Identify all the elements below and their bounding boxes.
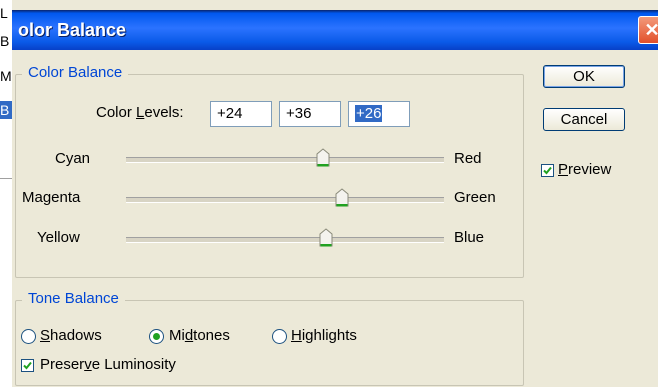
- midtones-radio[interactable]: [149, 329, 164, 344]
- checkmark-icon: [23, 361, 32, 370]
- title-bar[interactable]: olor Balance ✕: [12, 10, 658, 50]
- checkmark-icon: [543, 166, 552, 175]
- tone-balance-legend: Tone Balance: [22, 290, 125, 307]
- green-label: Green: [454, 189, 496, 206]
- background-divider: [0, 178, 12, 179]
- cyan-red-slider-track[interactable]: [126, 157, 444, 163]
- preserve-luminosity-checkbox[interactable]: [21, 359, 34, 372]
- level-cyan-red-input[interactable]: +24: [210, 101, 272, 127]
- ok-button[interactable]: OK: [543, 65, 625, 88]
- level-magenta-green-input[interactable]: +36: [279, 101, 341, 127]
- color-levels-label: Color Levels:: [96, 104, 184, 121]
- close-button[interactable]: ✕: [638, 16, 658, 44]
- midtones-label[interactable]: Midtones: [169, 327, 230, 344]
- blue-label: Blue: [454, 229, 485, 246]
- radio-selected-dot: [153, 333, 160, 340]
- yellow-blue-slider-track[interactable]: [126, 237, 444, 243]
- background-text-1: L: [0, 5, 8, 21]
- background-text-3: M: [0, 68, 12, 84]
- magenta-label: Magenta: [22, 189, 81, 206]
- magenta-green-slider-track[interactable]: [126, 197, 444, 203]
- color-balance-dialog: olor Balance ✕ Color Balance Color Level…: [12, 0, 658, 387]
- preview-label[interactable]: Preview: [558, 161, 611, 178]
- cyan-label: Cyan: [55, 150, 91, 167]
- background-window: L B M B: [0, 0, 12, 387]
- background-text-4[interactable]: B: [0, 101, 12, 119]
- red-label: Red: [454, 150, 482, 167]
- close-icon: ✕: [644, 20, 658, 40]
- highlights-radio[interactable]: [272, 329, 287, 344]
- color-balance-legend: Color Balance: [22, 64, 129, 81]
- cyan-red-slider-thumb[interactable]: [316, 148, 330, 168]
- dialog-title: olor Balance: [18, 20, 127, 40]
- yellow-label: Yellow: [37, 229, 80, 246]
- yellow-blue-slider-thumb[interactable]: [319, 228, 333, 248]
- cancel-button[interactable]: Cancel: [543, 108, 625, 131]
- background-text-2: B: [0, 33, 10, 49]
- shadows-radio[interactable]: [21, 329, 36, 344]
- shadows-label[interactable]: Shadows: [40, 327, 102, 344]
- magenta-green-slider-thumb[interactable]: [335, 188, 349, 208]
- preview-checkbox[interactable]: [541, 164, 554, 177]
- highlights-label[interactable]: Highlights: [291, 327, 357, 344]
- preserve-luminosity-label[interactable]: Preserve Luminosity: [40, 356, 176, 373]
- level-yellow-blue-input[interactable]: +26: [348, 101, 410, 127]
